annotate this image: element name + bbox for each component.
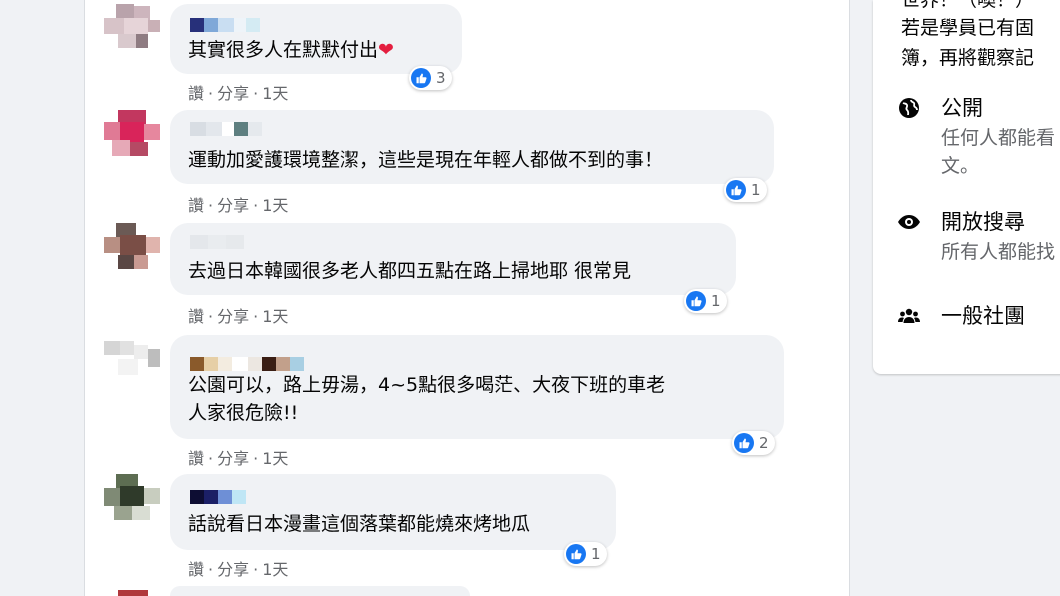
comment-bubble: 其實很多人在默默付出❤ xyxy=(170,4,462,74)
avatar[interactable] xyxy=(104,335,160,391)
comment-actions: 讚 · 分享 · 1天 xyxy=(188,445,288,469)
group-type-title: 一般社團 xyxy=(941,304,1025,328)
separator-dot: · xyxy=(253,307,259,326)
thumbs-up-icon xyxy=(686,291,706,311)
comment-text: 去過日本韓國很多老人都四五點在路上掃地耶 很常見 xyxy=(188,260,632,282)
thumbs-up-icon xyxy=(726,180,746,200)
comment-actions: 讚 · 分享 · 1天 xyxy=(188,192,288,216)
privacy-desc: 任何人都能看 xyxy=(941,127,1056,149)
commenter-name[interactable] xyxy=(190,357,304,371)
thumbs-up-icon xyxy=(411,68,431,88)
comment-text: 話說看日本漫畫這個落葉都能燒來烤地瓜 xyxy=(188,513,531,535)
avatar[interactable] xyxy=(118,590,148,596)
separator-dot: · xyxy=(208,560,214,579)
comment-actions: 讚 · 分享 · 1天 xyxy=(188,80,288,104)
like-link[interactable]: 讚 xyxy=(188,560,204,579)
share-link[interactable]: 分享 xyxy=(217,449,249,468)
like-link[interactable]: 讚 xyxy=(188,84,204,103)
avatar[interactable] xyxy=(104,4,160,60)
reaction-badge[interactable]: 2 xyxy=(732,431,775,455)
comment-text: 其實很多人在默默付出❤ xyxy=(188,39,394,61)
commenter-name[interactable] xyxy=(190,122,262,136)
avatar[interactable] xyxy=(104,223,160,279)
timestamp-link[interactable]: 1天 xyxy=(262,84,288,103)
like-link[interactable]: 讚 xyxy=(188,449,204,468)
separator-dot: · xyxy=(208,449,214,468)
commenter-name[interactable] xyxy=(190,490,246,504)
privacy-title: 公開 xyxy=(941,96,983,120)
like-link[interactable]: 讚 xyxy=(188,307,204,326)
page-background-left xyxy=(0,0,84,596)
about-text-line: 若是學員已有固 xyxy=(901,17,1035,39)
separator-dot: · xyxy=(253,84,259,103)
thumbs-up-icon xyxy=(734,433,754,453)
reaction-badge[interactable]: 1 xyxy=(724,178,767,202)
reaction-badge[interactable]: 1 xyxy=(684,289,727,313)
group-about-panel: 世界！（噢！） 若是學員已有固 簿，再將觀察記 公開 任何人都能看 文。 開放搜… xyxy=(873,0,1060,374)
comment-text-line1: 公園可以，路上毋湯，4~5點很多喝茫、大夜下班的車老 xyxy=(188,374,666,396)
comment-bubble xyxy=(170,586,470,596)
comment-bubble: 運動加愛護環境整潔，這些是現在年輕人都做不到的事！ xyxy=(170,110,774,184)
globe-icon xyxy=(897,96,921,120)
comment-bubble: 公園可以，路上毋湯，4~5點很多喝茫、大夜下班的車老 人家很危險!! xyxy=(170,335,784,439)
reaction-count: 1 xyxy=(591,545,601,563)
eye-icon xyxy=(897,210,921,234)
about-text-line: 世界！（噢！） xyxy=(901,0,1035,11)
visibility-desc: 所有人都能找 xyxy=(941,241,1056,263)
visibility-title: 開放搜尋 xyxy=(941,210,1025,234)
like-link[interactable]: 讚 xyxy=(188,196,204,215)
comment-actions: 讚 · 分享 · 1天 xyxy=(188,556,288,580)
comment-bubble: 話說看日本漫畫這個落葉都能燒來烤地瓜 xyxy=(170,474,616,550)
reaction-count: 3 xyxy=(436,69,446,87)
reaction-count: 1 xyxy=(711,292,721,310)
separator-dot: · xyxy=(208,196,214,215)
avatar[interactable] xyxy=(104,474,160,530)
comment-actions: 讚 · 分享 · 1天 xyxy=(188,303,288,327)
thumbs-up-icon xyxy=(566,544,586,564)
share-link[interactable]: 分享 xyxy=(217,196,249,215)
comment-bubble: 去過日本韓國很多老人都四五點在路上掃地耶 很常見 xyxy=(170,223,736,295)
timestamp-link[interactable]: 1天 xyxy=(262,560,288,579)
reaction-badge[interactable]: 1 xyxy=(564,542,607,566)
comment-text-line2: 人家很危險!! xyxy=(188,402,299,424)
share-link[interactable]: 分享 xyxy=(217,307,249,326)
separator-dot: · xyxy=(208,307,214,326)
timestamp-link[interactable]: 1天 xyxy=(262,196,288,215)
separator-dot: · xyxy=(253,560,259,579)
reaction-count: 1 xyxy=(751,181,761,199)
separator-dot: · xyxy=(208,84,214,103)
avatar[interactable] xyxy=(104,110,160,166)
share-link[interactable]: 分享 xyxy=(217,84,249,103)
reaction-count: 2 xyxy=(759,434,769,452)
share-link[interactable]: 分享 xyxy=(217,560,249,579)
timestamp-link[interactable]: 1天 xyxy=(262,449,288,468)
timestamp-link[interactable]: 1天 xyxy=(262,307,288,326)
separator-dot: · xyxy=(253,196,259,215)
comment-text: 運動加愛護環境整潔，這些是現在年輕人都做不到的事！ xyxy=(188,149,664,171)
group-icon xyxy=(897,304,921,328)
about-text-line: 簿，再將觀察記 xyxy=(901,47,1035,69)
privacy-desc: 文。 xyxy=(941,155,980,177)
commenter-name[interactable] xyxy=(190,18,260,32)
heart-emoji: ❤ xyxy=(378,39,394,61)
separator-dot: · xyxy=(253,449,259,468)
reaction-badge[interactable]: 3 xyxy=(409,66,452,90)
commenter-name[interactable] xyxy=(190,235,244,249)
